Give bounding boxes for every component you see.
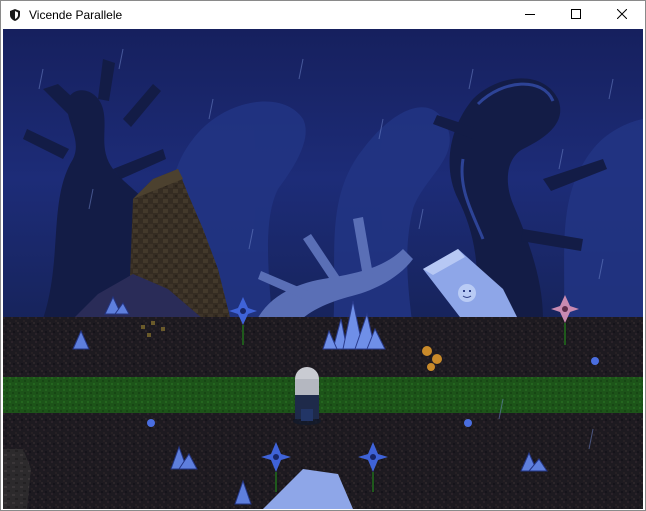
- player-character[interactable]: [293, 367, 321, 425]
- close-icon: [616, 6, 628, 24]
- maximize-button[interactable]: [553, 1, 599, 28]
- close-button[interactable]: [599, 1, 645, 28]
- window-controls: [507, 1, 645, 28]
- game-scene: [3, 29, 643, 509]
- window-title: Vicende Parallele: [29, 7, 123, 22]
- title-bar[interactable]: Vicende Parallele: [1, 1, 645, 28]
- game-window: Vicende Parallele: [0, 0, 646, 511]
- grass-strip: [3, 377, 643, 413]
- minimize-icon: [525, 6, 535, 24]
- ghost-face-icon: [458, 284, 476, 302]
- shield-icon: [7, 7, 23, 23]
- game-viewport[interactable]: [3, 29, 643, 509]
- maximize-icon: [571, 6, 581, 24]
- minimize-button[interactable]: [507, 1, 553, 28]
